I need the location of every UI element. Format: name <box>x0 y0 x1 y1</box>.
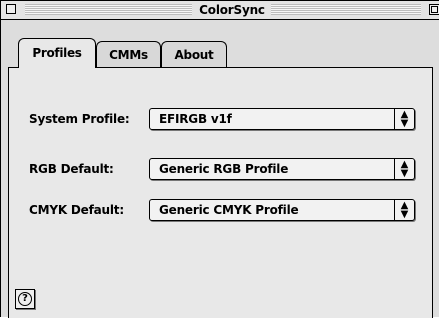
cmyk-default-value: Generic CMYK Profile <box>159 203 299 217</box>
system-profile-value: EFIRGB v1f <box>159 112 232 126</box>
rgb-default-label: RGB Default: <box>29 162 114 176</box>
system-profile-popup[interactable]: EFIRGB v1f ▲ ▼ <box>149 108 415 130</box>
tab-about[interactable]: About <box>161 41 227 68</box>
cmyk-default-popup[interactable]: Generic CMYK Profile ▲ ▼ <box>149 199 415 221</box>
help-button[interactable]: ? <box>15 289 35 309</box>
rgb-default-value: Generic RGB Profile <box>159 162 289 176</box>
updown-arrows-icon: ▲ ▼ <box>394 200 414 220</box>
tab-cmms[interactable]: CMMs <box>96 41 161 68</box>
title-stripes-left <box>25 4 192 15</box>
title-stripes-right <box>271 4 421 15</box>
zoom-box[interactable] <box>429 4 439 15</box>
updown-arrows-icon: ▲ ▼ <box>394 159 414 179</box>
system-profile-label: System Profile: <box>29 112 130 126</box>
question-mark-icon: ? <box>18 292 32 306</box>
colorsync-window: ColorSync Profiles CMMs About System Pro… <box>0 0 439 318</box>
updown-arrows-icon: ▲ ▼ <box>394 109 414 129</box>
window-title: ColorSync <box>193 2 271 18</box>
cmyk-default-label: CMYK Default: <box>29 203 124 217</box>
close-box[interactable] <box>6 4 16 14</box>
tab-profiles[interactable]: Profiles <box>18 38 96 68</box>
rgb-default-popup[interactable]: Generic RGB Profile ▲ ▼ <box>149 158 415 180</box>
tab-content-panel <box>8 67 433 318</box>
title-bar[interactable]: ColorSync <box>1 1 439 20</box>
